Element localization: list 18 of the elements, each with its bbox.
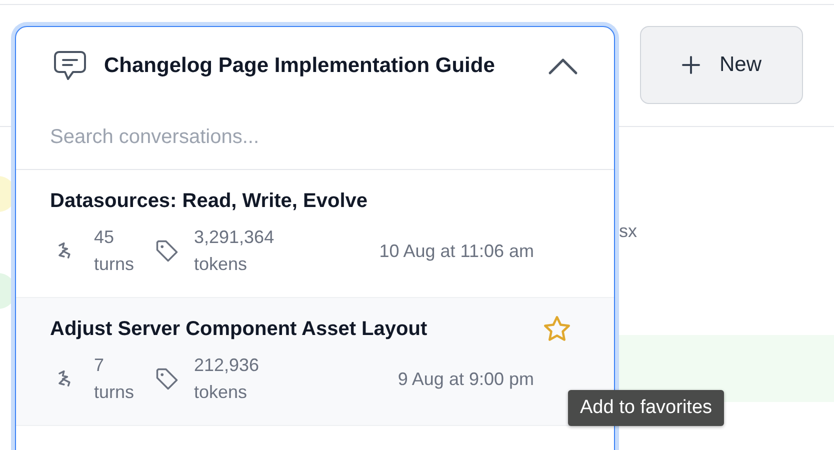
turns-count: 45 turns	[94, 226, 136, 276]
chevron-icon	[548, 57, 578, 75]
conversation-title: Adjust Server Component Asset Layout	[50, 318, 428, 340]
conversation-date: 9 Aug at 9:00 pm	[398, 368, 534, 390]
conversation-date: 10 Aug at 11:06 am	[379, 240, 534, 262]
tag-icon	[154, 238, 180, 264]
dropdown-toggle[interactable]: Changelog Page Implementation Guide	[16, 27, 614, 105]
file-name: sx	[619, 221, 637, 242]
new-button[interactable]: New	[640, 26, 803, 104]
turns-count: 7 turns	[94, 354, 136, 404]
star-icon[interactable]	[542, 314, 572, 344]
chat-icon	[52, 49, 88, 83]
token-count: 3,291,364 tokens	[194, 226, 276, 276]
conversation-title: Datasources: Read, Write, Evolve	[50, 190, 368, 212]
token-count: 212,936 tokens	[194, 354, 260, 404]
plus-icon	[681, 55, 702, 75]
tag-icon	[154, 366, 180, 392]
tooltip: Add to favorites	[568, 390, 724, 426]
